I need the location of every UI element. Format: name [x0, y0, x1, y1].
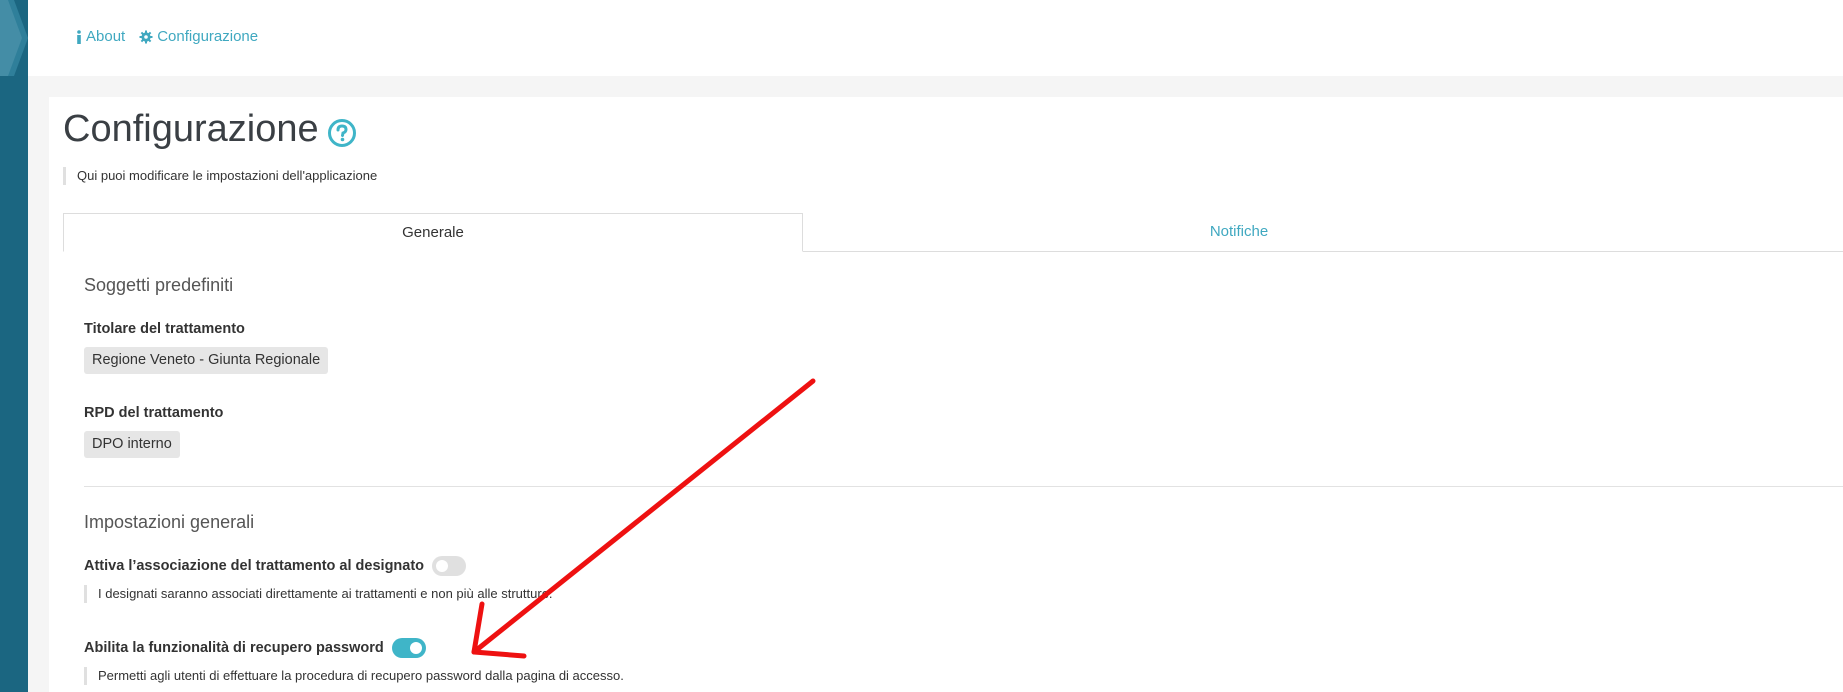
nav-about-label: About	[86, 28, 126, 45]
sidebar-logo-shape	[0, 0, 28, 76]
tab-generale[interactable]: Generale	[63, 213, 803, 252]
nav-config-link[interactable]: Configurazione	[139, 28, 258, 45]
tab-notifiche[interactable]: Notifiche	[804, 213, 1674, 250]
nav-about-link[interactable]: About	[76, 28, 125, 45]
gear-icon	[139, 30, 153, 44]
top-nav: About Configurazione	[76, 28, 258, 45]
sidebar	[0, 0, 28, 692]
recupero-password-setting: Abilita la funzionalità di recupero pass…	[84, 638, 426, 658]
section-divider	[84, 486, 1843, 487]
rpd-label: RPD del trattamento	[84, 405, 224, 421]
rpd-value-chip[interactable]: DPO interno	[84, 431, 180, 458]
associazione-setting: Attiva l’associazione del trattamento al…	[84, 556, 467, 576]
associazione-toggle[interactable]	[432, 556, 467, 576]
nav-config-label: Configurazione	[157, 28, 259, 45]
page-title-text: Configurazione	[63, 108, 319, 150]
toggle-knob	[409, 642, 422, 654]
recupero-password-label: Abilita la funzionalità di recupero pass…	[84, 640, 384, 656]
associazione-help: I designati saranno associati direttamen…	[84, 585, 553, 603]
question-circle-icon[interactable]	[327, 115, 357, 147]
page-subtitle: Qui puoi modificare le impostazioni dell…	[63, 167, 377, 185]
toggle-knob	[436, 560, 449, 572]
recupero-password-toggle[interactable]	[391, 638, 426, 658]
associazione-label: Attiva l’associazione del trattamento al…	[84, 558, 425, 574]
titolare-value-chip[interactable]: Regione Veneto - Giunta Regionale	[84, 347, 329, 374]
tab-bar: Generale Notifiche	[63, 213, 1843, 252]
section-title-impostazioni-generali: Impostazioni generali	[84, 512, 255, 532]
section-title-soggetti-predefiniti: Soggetti predefiniti	[84, 275, 234, 295]
recupero-password-help: Permetti agli utenti di effettuare la pr…	[84, 667, 624, 685]
page-title: Configurazione	[63, 108, 357, 151]
top-navbar: About Configurazione	[28, 0, 1843, 76]
titolare-label: Titolare del trattamento	[84, 321, 245, 337]
info-icon	[76, 29, 82, 44]
